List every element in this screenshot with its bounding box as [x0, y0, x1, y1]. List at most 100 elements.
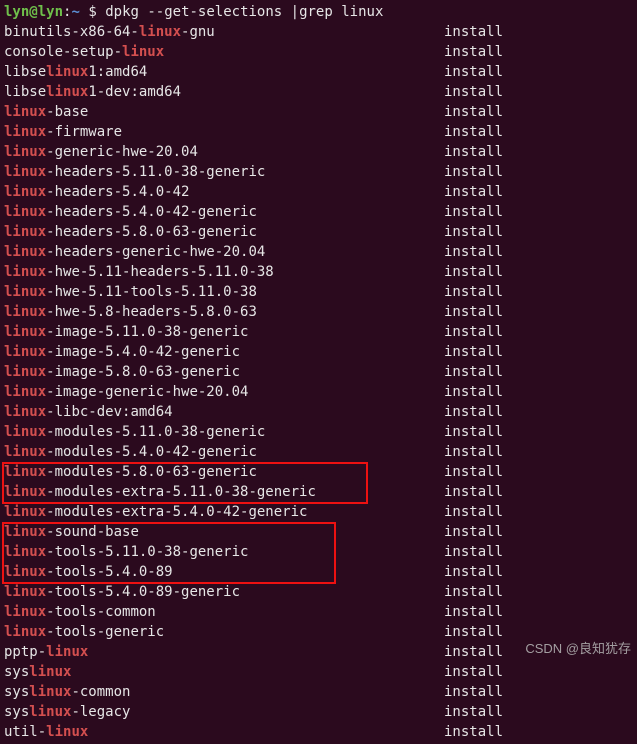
package-status: install: [444, 342, 503, 362]
pkg-post: -image-5.8.0-63-generic: [46, 364, 240, 380]
pkg-post: -headers-5.8.0-63-generic: [46, 224, 257, 240]
pkg-pre: sys: [4, 704, 29, 720]
grep-match: linux: [4, 364, 46, 380]
package-status: install: [444, 702, 503, 722]
output-line: linux-hwe-5.11-headers-5.11.0-38install: [4, 262, 633, 282]
pkg-post: -firmware: [46, 124, 122, 140]
pkg-post: -headers-generic-hwe-20.04: [46, 244, 265, 260]
grep-match: linux: [4, 564, 46, 580]
package-status: install: [444, 302, 503, 322]
pkg-post: -image-5.4.0-42-generic: [46, 344, 240, 360]
grep-match: linux: [29, 704, 71, 720]
output-line: linux-modules-extra-5.4.0-42-genericinst…: [4, 502, 633, 522]
package-name: linux-modules-5.4.0-42-generic: [4, 442, 444, 462]
output-line: linux-tools-5.4.0-89install: [4, 562, 633, 582]
pkg-post: 1-dev:amd64: [88, 84, 181, 100]
output-line: util-linuxinstall: [4, 722, 633, 742]
package-name: libselinux1-dev:amd64: [4, 82, 444, 102]
pkg-post: -legacy: [71, 704, 130, 720]
grep-match: linux: [4, 104, 46, 120]
output-line: syslinux-legacy install: [4, 702, 633, 722]
package-status: install: [444, 642, 503, 662]
package-name: pptp-linux: [4, 642, 444, 662]
package-name: linux-headers-5.8.0-63-generic: [4, 222, 444, 242]
package-status: install: [444, 582, 503, 602]
watermark: CSDN @良知犹存: [525, 638, 631, 657]
output-line: linux-firmwareinstall: [4, 122, 633, 142]
prompt-space: [97, 2, 105, 22]
grep-match: linux: [4, 324, 46, 340]
package-name: linux-firmware: [4, 122, 444, 142]
package-status: install: [444, 502, 503, 522]
output-line: linux-tools-commoninstall: [4, 602, 633, 622]
pkg-post: -base: [46, 104, 88, 120]
grep-match: linux: [4, 264, 46, 280]
package-name: console-setup-linux: [4, 42, 444, 62]
pkg-post: -headers-5.4.0-42: [46, 184, 189, 200]
output-line: linux-headers-generic-hwe-20.04install: [4, 242, 633, 262]
pkg-post: -modules-5.11.0-38-generic: [46, 424, 265, 440]
grep-match: linux: [4, 224, 46, 240]
pkg-post: -hwe-5.8-headers-5.8.0-63: [46, 304, 257, 320]
package-status: install: [444, 402, 503, 422]
package-status: install: [444, 162, 503, 182]
output-line: linux-sound-baseinstall: [4, 522, 633, 542]
package-status: install: [444, 142, 503, 162]
package-status: install: [444, 522, 503, 542]
package-name: linux-image-5.11.0-38-generic: [4, 322, 444, 342]
package-status: install: [444, 482, 503, 502]
prompt-host: lyn: [38, 2, 63, 22]
grep-match: linux: [4, 284, 46, 300]
grep-match: linux: [46, 84, 88, 100]
output-line: linux-modules-extra-5.11.0-38-genericins…: [4, 482, 633, 502]
pkg-post: -hwe-5.11-headers-5.11.0-38: [46, 264, 274, 280]
package-name: linux-headers-5.4.0-42-generic: [4, 202, 444, 222]
pkg-pre: libse: [4, 64, 46, 80]
package-status: install: [444, 82, 503, 102]
package-name: util-linux: [4, 722, 444, 742]
grep-match: linux: [4, 624, 46, 640]
grep-match: linux: [4, 424, 46, 440]
output-line: linux-image-generic-hwe-20.04install: [4, 382, 633, 402]
grep-match: linux: [4, 204, 46, 220]
package-name: linux-hwe-5.11-headers-5.11.0-38: [4, 262, 444, 282]
package-status: install: [444, 422, 503, 442]
grep-match: linux: [4, 184, 46, 200]
package-name: linux-hwe-5.8-headers-5.8.0-63: [4, 302, 444, 322]
pkg-post: -common: [71, 684, 130, 700]
grep-match: linux: [139, 24, 181, 40]
package-name: linux-libc-dev:amd64: [4, 402, 444, 422]
package-name: linux-headers-5.4.0-42: [4, 182, 444, 202]
output-line: linux-hwe-5.8-headers-5.8.0-63install: [4, 302, 633, 322]
package-status: install: [444, 722, 503, 742]
prompt-line[interactable]: lyn@lyn:~ $ dpkg --get-selections |grep …: [4, 2, 633, 22]
package-status: install: [444, 182, 503, 202]
output-line: linux-image-5.4.0-42-generic install: [4, 342, 633, 362]
package-name: linux-headers-generic-hwe-20.04: [4, 242, 444, 262]
output-line: linux-image-5.11.0-38-genericinstall: [4, 322, 633, 342]
grep-match: linux: [4, 384, 46, 400]
grep-match: linux: [46, 64, 88, 80]
grep-match: linux: [4, 344, 46, 360]
output-line: linux-libc-dev:amd64install: [4, 402, 633, 422]
output-line: linux-headers-5.8.0-63-genericinstall: [4, 222, 633, 242]
package-status: install: [444, 622, 503, 642]
pkg-post: -tools-5.4.0-89-generic: [46, 584, 240, 600]
grep-match: linux: [4, 144, 46, 160]
output-line: console-setup-linuxinstall: [4, 42, 633, 62]
pkg-pre: console-setup-: [4, 44, 122, 60]
pkg-pre: libse: [4, 84, 46, 100]
package-status: install: [444, 62, 503, 82]
pkg-post: 1:amd64: [88, 64, 147, 80]
package-status: install: [444, 102, 503, 122]
grep-match: linux: [46, 644, 88, 660]
package-name: linux-modules-extra-5.11.0-38-generic: [4, 482, 444, 502]
grep-match: linux: [4, 304, 46, 320]
grep-match: linux: [29, 684, 71, 700]
grep-match: linux: [4, 484, 46, 500]
output-line: libselinux1:amd64 install: [4, 62, 633, 82]
output-line: linux-modules-5.8.0-63-genericinstall: [4, 462, 633, 482]
package-name: linux-modules-extra-5.4.0-42-generic: [4, 502, 444, 522]
pkg-post: -headers-5.11.0-38-generic: [46, 164, 265, 180]
package-status: install: [444, 602, 503, 622]
